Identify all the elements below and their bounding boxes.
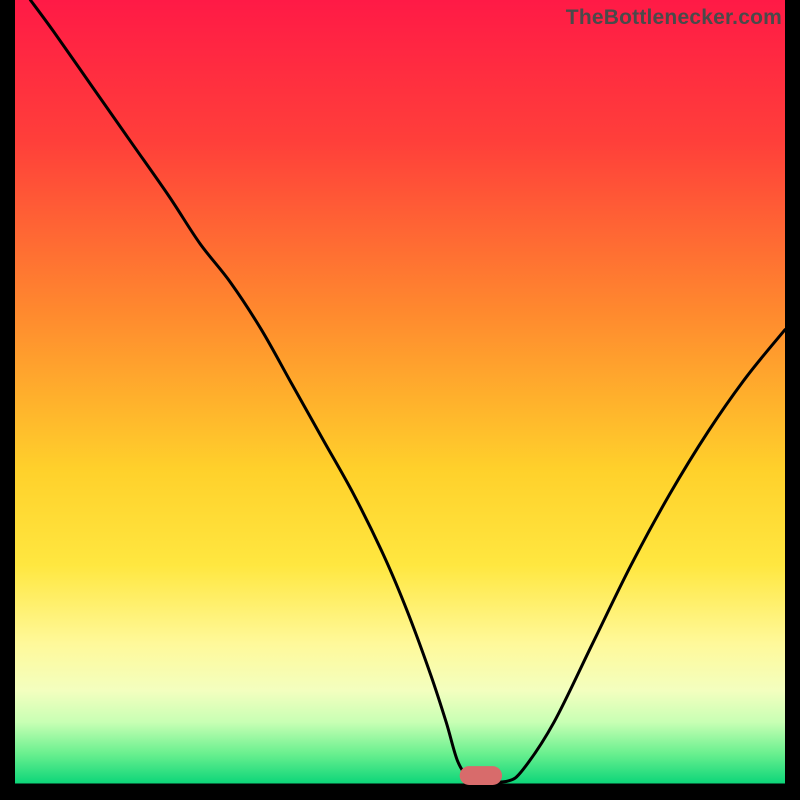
bottleneck-chart bbox=[15, 0, 785, 785]
watermark-text: TheBottlenecker.com bbox=[566, 6, 782, 30]
chart-container bbox=[15, 0, 785, 785]
gradient-background bbox=[15, 0, 785, 785]
optimal-range-marker bbox=[460, 766, 502, 785]
